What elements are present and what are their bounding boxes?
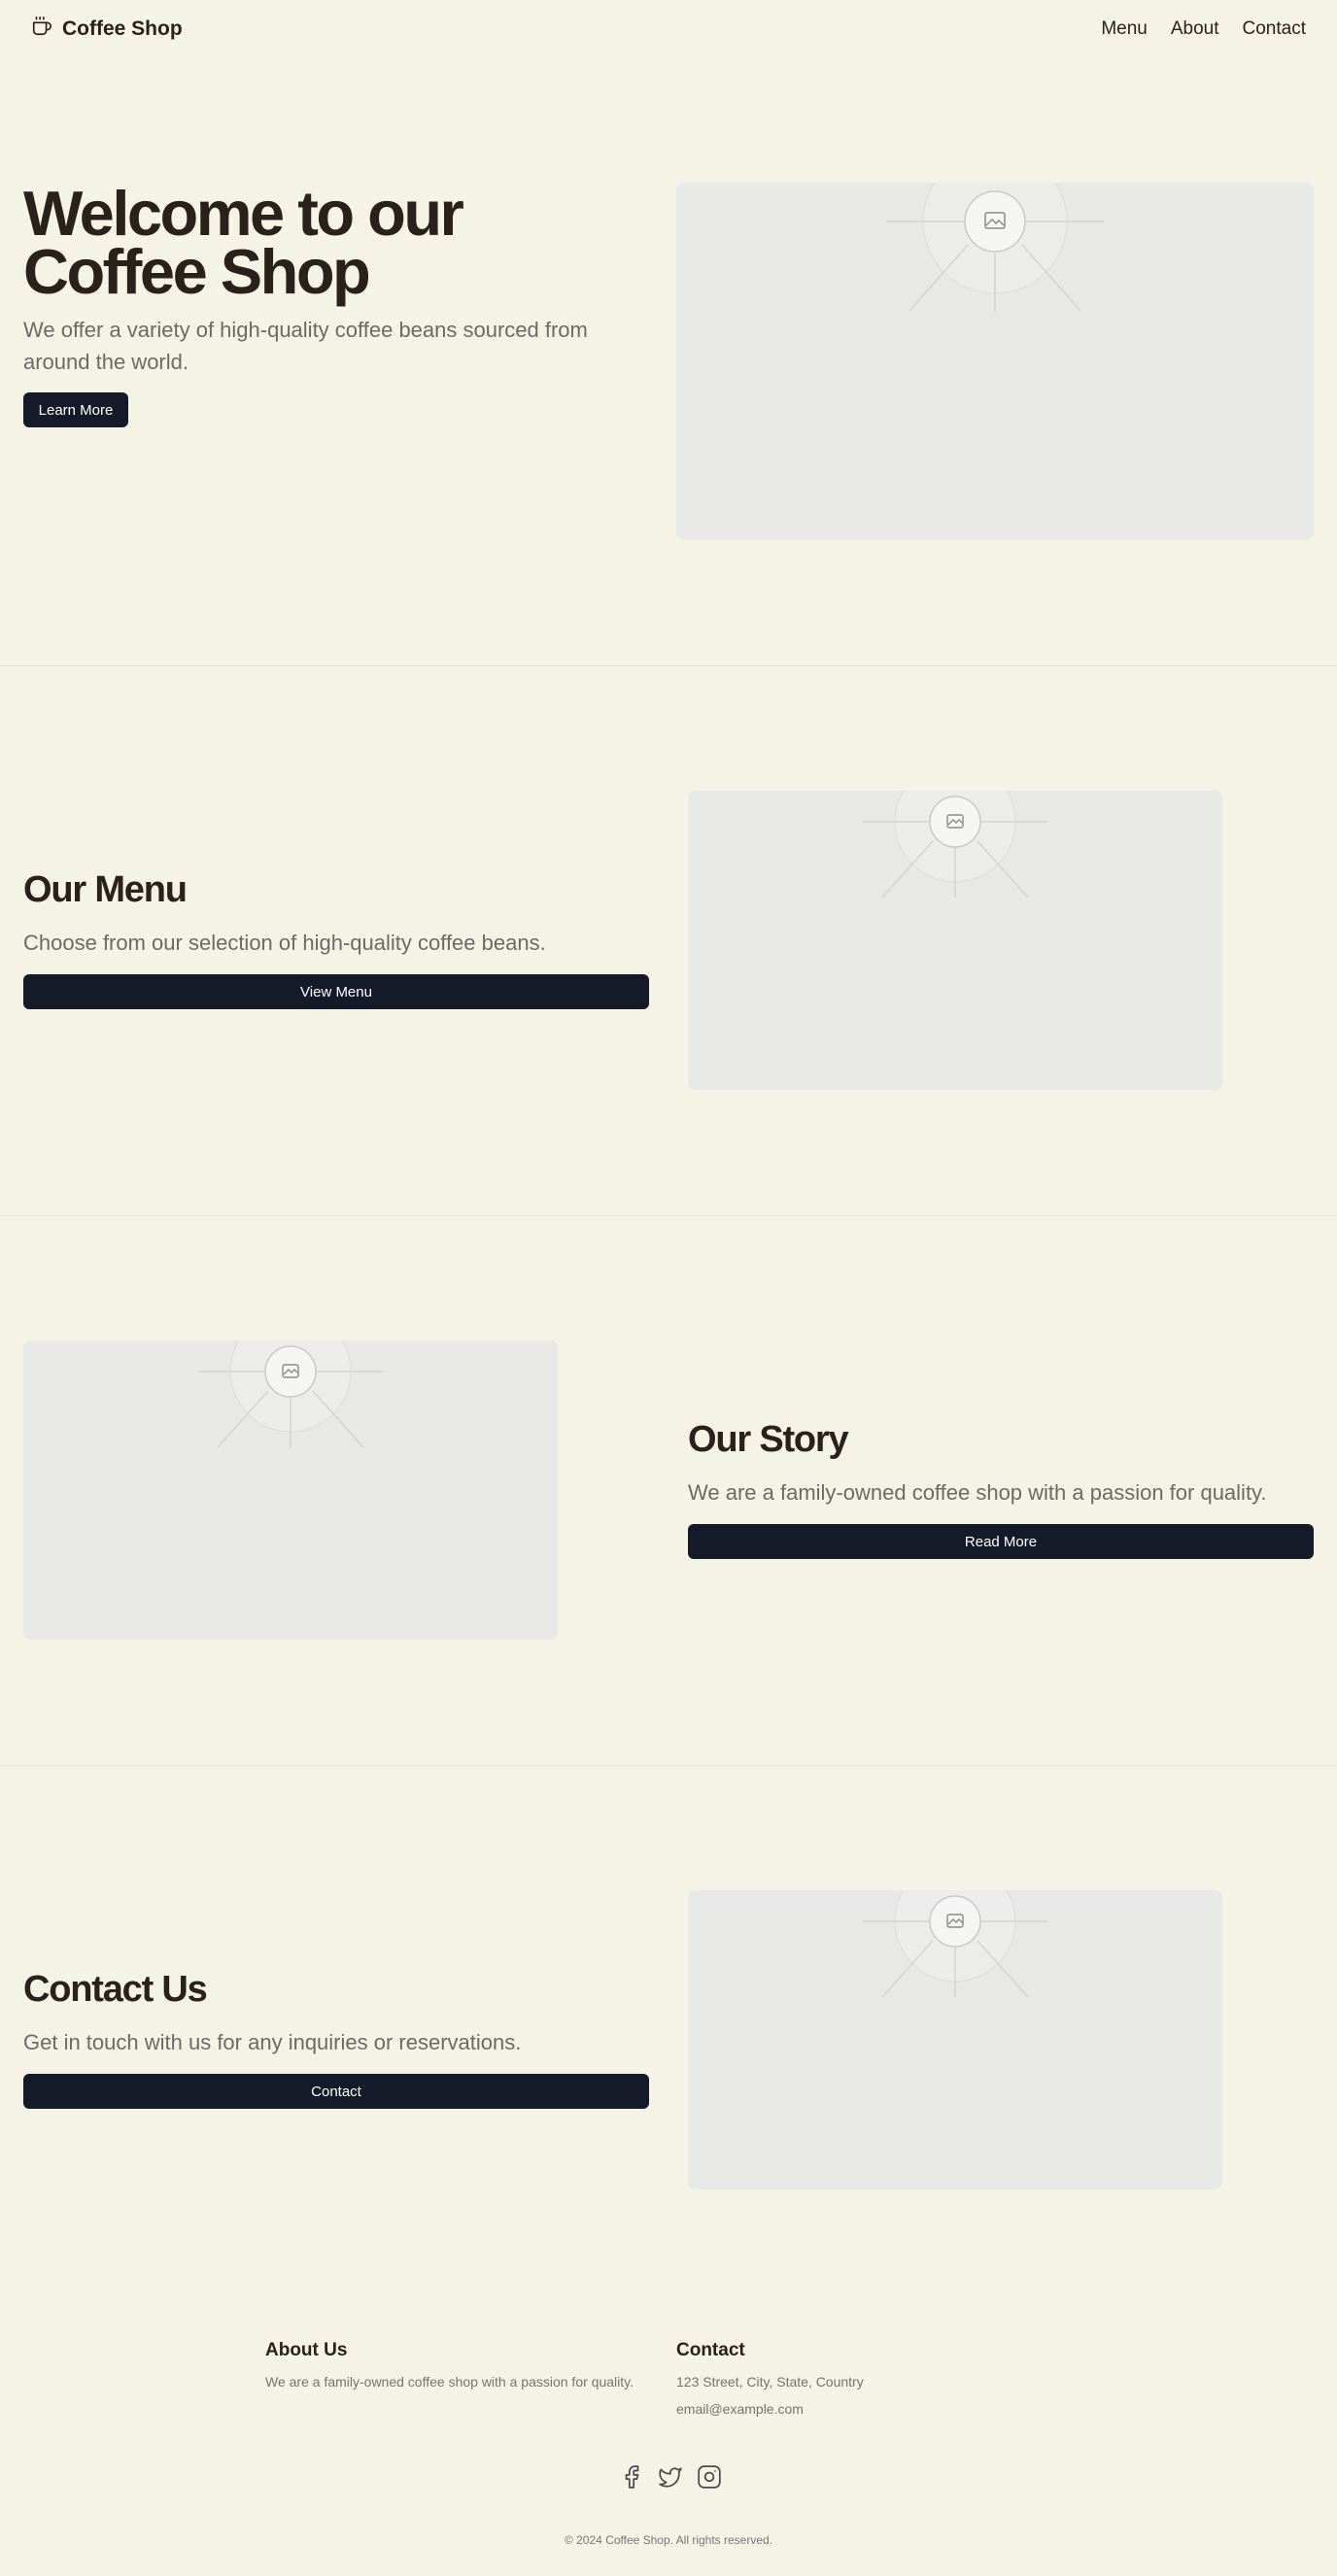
image-placeholder-icon [198, 1340, 383, 1448]
hero-subtitle: We offer a variety of high-quality coffe… [23, 318, 588, 374]
contact-image-placeholder [688, 1890, 1222, 2189]
story-subtitle: We are a family-owned coffee shop with a… [688, 1480, 1267, 1505]
image-placeholder-icon [886, 183, 1104, 313]
story-title: Our Story [688, 1419, 849, 1460]
story-section: Our Story We are a family-owned coffee s… [0, 1215, 1337, 1765]
copyright-text: © 2024 Coffee Shop. All rights reserved. [564, 2533, 773, 2547]
contact-button[interactable]: Contact [23, 2074, 649, 2109]
footer-contact-title: Contact [676, 2340, 745, 2360]
image-placeholder-icon [863, 791, 1047, 898]
image-placeholder-icon [863, 1890, 1047, 1998]
story-image-placeholder [23, 1340, 558, 1640]
read-more-button[interactable]: Read More [688, 1524, 1314, 1559]
site-footer: About Us We are a family-owned coffee sh… [0, 2315, 1337, 2576]
menu-subtitle: Choose from our selection of high-qualit… [23, 931, 546, 955]
menu-image-placeholder [688, 791, 1222, 1090]
hero-title: Welcome to our Coffee Shop [23, 178, 464, 307]
twitter-icon[interactable] [658, 2464, 683, 2490]
contact-section: Contact Us Get in touch with us for any … [0, 1765, 1337, 2315]
menu-title: Our Menu [23, 869, 188, 910]
view-menu-button[interactable]: View Menu [23, 974, 649, 1009]
contact-subtitle: Get in touch with us for any inquiries o… [23, 2030, 522, 2054]
menu-section: Our Menu Choose from our selection of hi… [0, 665, 1337, 1215]
footer-about-text: We are a family-owned coffee shop with a… [265, 2374, 634, 2390]
hero-section: Welcome to our Coffee Shop We offer a va… [0, 0, 1337, 666]
footer-about-title: About Us [265, 2340, 348, 2360]
footer-email[interactable]: email@example.com [676, 2395, 804, 2423]
contact-title: Contact Us [23, 1969, 208, 2010]
learn-more-button[interactable]: Learn More [23, 392, 128, 427]
social-links [619, 2464, 722, 2490]
footer-address: 123 Street, City, State, Country [676, 2374, 864, 2390]
instagram-icon[interactable] [697, 2464, 722, 2490]
facebook-icon[interactable] [619, 2464, 644, 2490]
hero-image-placeholder [676, 183, 1314, 540]
